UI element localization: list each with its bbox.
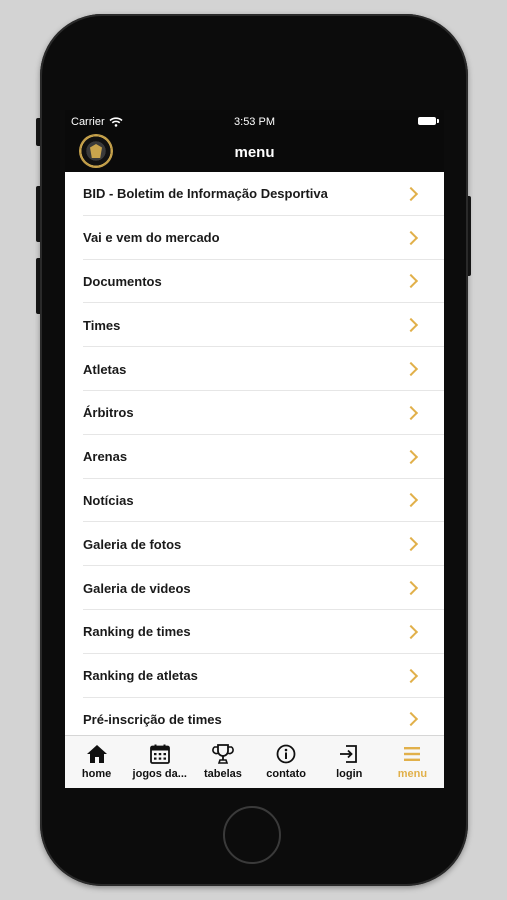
menu-item-ranking-atletas[interactable]: Ranking de atletas — [65, 654, 444, 698]
tab-home[interactable]: home — [65, 736, 128, 788]
chevron-right-icon — [403, 274, 419, 289]
chevron-right-icon — [403, 580, 419, 596]
tab-bar: home jogos da... tabelas contato login m… — [65, 735, 444, 788]
tab-menu[interactable]: menu — [381, 736, 444, 788]
nav-bar: menu — [65, 134, 444, 172]
tab-contato[interactable]: contato — [255, 736, 318, 788]
chevron-right-icon — [403, 537, 419, 552]
tab-label: tabelas — [203, 768, 242, 780]
chevron-right-icon — [403, 449, 419, 464]
hamburger-icon — [404, 747, 421, 761]
tab-label: login — [336, 768, 363, 780]
menu-item-label: Galeria de videos — [83, 580, 191, 596]
menu-item-label: Ranking de times — [83, 624, 191, 640]
chevron-right-icon — [403, 318, 419, 333]
trophy-icon — [212, 744, 234, 764]
menu-item-label: Vai e vem do mercado — [83, 230, 220, 246]
menu-item-label: Pré-inscrição de times — [83, 711, 222, 727]
menu-item-label: Atletas — [83, 361, 127, 377]
menu-item-times[interactable]: Times — [65, 303, 444, 347]
chevron-right-icon — [403, 712, 419, 727]
menu-item-bid[interactable]: BID - Boletim de Informação Desportiva — [65, 172, 444, 216]
menu-list[interactable]: BID - Boletim de Informação Desportiva V… — [65, 172, 444, 735]
menu-item-galeria-fotos[interactable]: Galeria de fotos — [65, 522, 444, 566]
status-bar: Carrier 3:53 PM — [65, 110, 444, 136]
chevron-right-icon — [403, 362, 419, 377]
tab-login[interactable]: login — [318, 736, 381, 788]
tab-label: menu — [397, 768, 428, 780]
page-title: menu — [234, 144, 275, 161]
menu-item-label: Arenas — [83, 449, 128, 465]
menu-item-label: Documentos — [83, 273, 162, 289]
chevron-right-icon — [403, 230, 419, 245]
chevron-right-icon — [403, 668, 419, 683]
chevron-right-icon — [403, 624, 419, 639]
menu-item-pre-inscricao[interactable]: Pré-inscrição de times — [65, 698, 444, 735]
menu-item-mercado[interactable]: Vai e vem do mercado — [65, 216, 444, 260]
menu-item-arbitros[interactable]: Árbitros — [65, 391, 444, 435]
login-icon — [340, 745, 358, 763]
home-icon — [86, 745, 107, 763]
menu-item-label: Ranking de atletas — [83, 668, 198, 684]
tab-tabelas[interactable]: tabelas — [191, 736, 254, 788]
tab-label: contato — [266, 768, 306, 780]
menu-item-galeria-videos[interactable]: Galeria de videos — [65, 566, 444, 610]
menu-item-label: BID - Boletim de Informação Desportiva — [83, 186, 328, 202]
tab-jogos[interactable]: jogos da... — [128, 736, 191, 788]
menu-item-noticias[interactable]: Notícias — [65, 479, 444, 523]
tab-label: home — [81, 768, 112, 780]
chevron-right-icon — [403, 186, 419, 201]
menu-item-ranking-times[interactable]: Ranking de times — [65, 610, 444, 654]
app-screen: Carrier 3:53 PM menu BID - Boletim de In… — [65, 110, 444, 788]
calendar-icon — [149, 744, 170, 764]
menu-item-documentos[interactable]: Documentos — [65, 260, 444, 304]
menu-item-label: Árbitros — [83, 405, 134, 421]
menu-item-label: Galeria de fotos — [83, 536, 182, 552]
chevron-right-icon — [403, 493, 419, 508]
device-home-button[interactable] — [223, 806, 281, 864]
menu-item-arenas[interactable]: Arenas — [65, 435, 444, 479]
status-time: 3:53 PM — [234, 116, 275, 128]
menu-item-atletas[interactable]: Atletas — [65, 347, 444, 391]
battery-icon — [418, 117, 439, 125]
menu-item-label: Notícias — [83, 492, 134, 508]
menu-item-label: Times — [83, 317, 121, 333]
tab-label: jogos da... — [132, 768, 187, 780]
info-icon — [276, 744, 296, 764]
chevron-right-icon — [403, 405, 419, 420]
